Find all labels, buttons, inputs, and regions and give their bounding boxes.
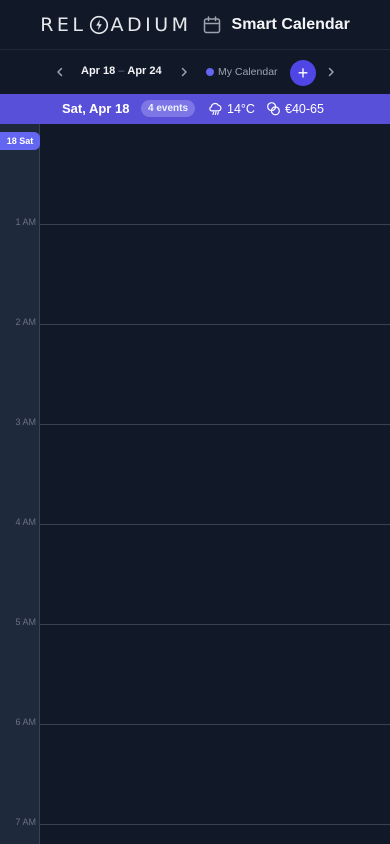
day-banner: Sat, Apr 18 4 events 14°C €40-65 bbox=[0, 94, 390, 124]
hour-gridline bbox=[40, 424, 390, 425]
calendar-name: My Calendar bbox=[218, 66, 278, 78]
range-end: Apr 24 bbox=[127, 65, 162, 77]
selected-day-label: Sat, Apr 18 bbox=[62, 101, 130, 116]
day-chip[interactable]: 18 Sat bbox=[0, 132, 40, 150]
day-timeline[interactable]: 18 Sat 1 AM 2 AM 3 AM 4 AM 5 AM 6 AM 7 AM bbox=[0, 124, 390, 844]
app-title: Smart Calendar bbox=[231, 15, 350, 33]
chevron-left-icon bbox=[57, 67, 63, 77]
hour-gridline bbox=[40, 624, 390, 625]
coins-icon bbox=[267, 102, 280, 116]
events-count-badge[interactable]: 4 events bbox=[141, 100, 196, 117]
temperature: 14°C bbox=[227, 101, 255, 116]
forward-button[interactable] bbox=[322, 63, 340, 81]
logo-text-left: REL bbox=[40, 13, 87, 36]
hour-label: 7 AM bbox=[15, 817, 36, 827]
hour-label: 5 AM bbox=[15, 617, 36, 627]
price-range: €40-65 bbox=[285, 101, 324, 116]
chevron-right-icon bbox=[328, 67, 334, 77]
hour-label: 2 AM bbox=[15, 317, 36, 327]
brand-logo[interactable]: REL ADIUM bbox=[40, 14, 191, 36]
calendar-icon bbox=[202, 15, 222, 35]
plus-icon: + bbox=[297, 63, 309, 83]
hour-gridline bbox=[40, 524, 390, 525]
hour-label: 3 AM bbox=[15, 417, 36, 427]
hour-label: 6 AM bbox=[15, 717, 36, 727]
next-week-button[interactable] bbox=[175, 63, 193, 81]
hour-gridline bbox=[40, 224, 390, 225]
hour-gridline bbox=[40, 724, 390, 725]
weather-info: 14°C bbox=[208, 101, 255, 116]
previous-week-button[interactable] bbox=[51, 63, 69, 81]
calendar-color-dot bbox=[206, 68, 214, 76]
range-separator: – bbox=[118, 65, 125, 77]
chevron-right-icon bbox=[181, 67, 187, 77]
hour-label: 1 AM bbox=[15, 217, 36, 227]
rain-cloud-icon bbox=[209, 102, 222, 115]
hour-gridline bbox=[40, 824, 390, 825]
price-info: €40-65 bbox=[266, 101, 324, 116]
range-start: Apr 18 bbox=[81, 65, 116, 77]
time-column: 18 Sat bbox=[0, 124, 40, 844]
hour-label: 4 AM bbox=[15, 517, 36, 527]
add-event-button[interactable]: + bbox=[290, 60, 316, 86]
logo-text-right: ADIUM bbox=[110, 13, 192, 36]
week-navigation: Apr 18– Apr 24 My Calendar + bbox=[0, 51, 390, 94]
logo-bolt-icon bbox=[89, 15, 109, 35]
calendar-selector[interactable]: My Calendar bbox=[206, 66, 278, 78]
date-range[interactable]: Apr 18– Apr 24 bbox=[81, 65, 162, 77]
app-header: REL ADIUM Smart Calendar bbox=[0, 0, 390, 50]
hour-gridline bbox=[40, 324, 390, 325]
